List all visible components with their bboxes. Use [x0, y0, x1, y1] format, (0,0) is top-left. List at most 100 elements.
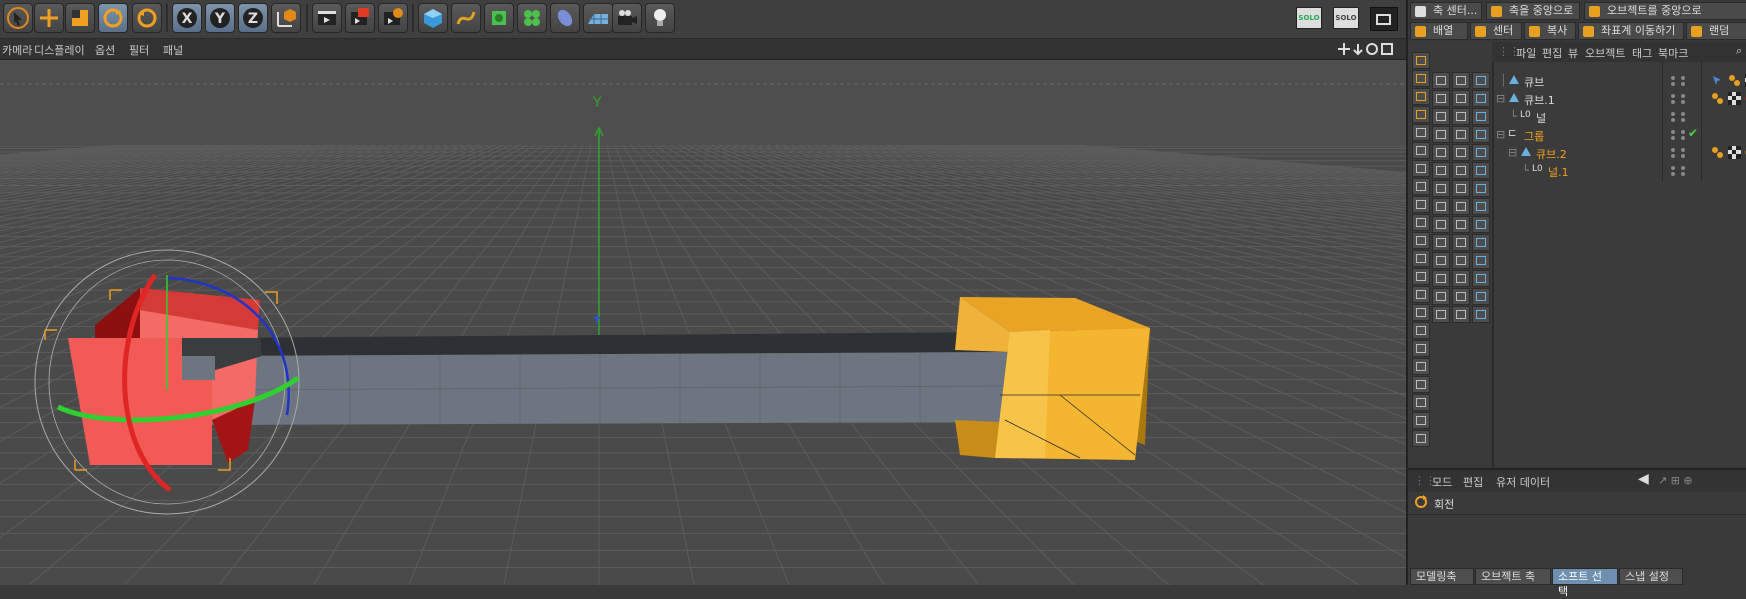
menu-display[interactable]: 디스플레이 — [34, 42, 85, 58]
select-arrow-icon[interactable] — [3, 3, 33, 33]
am-menu-mode[interactable]: 모드 — [1432, 474, 1452, 490]
palette-tool-icon[interactable] — [1412, 340, 1430, 357]
palette-tool-icon[interactable] — [1452, 162, 1470, 179]
palette-tool-icon[interactable] — [1452, 306, 1470, 323]
object-row-cube[interactable]: │ 큐브 — [1496, 72, 1746, 90]
palette-tool-icon[interactable] — [1412, 196, 1430, 213]
mode-tab-object-axis[interactable]: 오브젝트 축 — [1475, 568, 1551, 585]
menu-filter[interactable]: 필터 — [129, 42, 149, 58]
palette-tool-icon[interactable] — [1452, 90, 1470, 107]
solo-button[interactable]: SOLO — [1296, 7, 1322, 29]
menu-options[interactable]: 옵션 — [95, 42, 115, 58]
palette-tool-icon[interactable] — [1452, 288, 1470, 305]
palette-tool-icon[interactable] — [1472, 306, 1490, 323]
om-menu-edit[interactable]: 편집 — [1542, 45, 1562, 61]
palette-tool-icon[interactable] — [1452, 144, 1470, 161]
palette-tool-icon[interactable] — [1412, 70, 1430, 87]
deformer-icon[interactable] — [550, 3, 580, 33]
palette-tool-icon[interactable] — [1472, 180, 1490, 197]
z-axis-icon[interactable]: Z — [238, 3, 268, 33]
palette-tool-icon[interactable] — [1432, 144, 1450, 161]
palette-tool-icon[interactable] — [1432, 198, 1450, 215]
palette-tool-icon[interactable] — [1412, 304, 1430, 321]
palette-tool-icon[interactable] — [1432, 270, 1450, 287]
mode-tab-modeling-axis[interactable]: 모델링축 — [1410, 568, 1474, 585]
viewport-nav-icons[interactable] — [1338, 42, 1400, 56]
palette-tool-icon[interactable] — [1412, 322, 1430, 339]
palette-tool-icon[interactable] — [1412, 250, 1430, 267]
rotate-icon[interactable] — [98, 3, 128, 33]
object-row-group[interactable]: ⊟ ⊏ 그룹 ✔ — [1496, 126, 1746, 144]
scale-icon[interactable] — [65, 3, 95, 33]
palette-tool-icon[interactable] — [1472, 90, 1490, 107]
render-picture-viewer-icon[interactable] — [345, 3, 375, 33]
om-menu-bookmark[interactable]: 북마크 — [1658, 45, 1688, 61]
om-menu-tag[interactable]: 태그 — [1632, 45, 1652, 61]
palette-tool-icon[interactable] — [1432, 234, 1450, 251]
palette-tool-icon[interactable] — [1432, 252, 1450, 269]
palette-tool-icon[interactable] — [1412, 394, 1430, 411]
axis-to-center-button[interactable]: 축을 중앙으로 — [1486, 2, 1580, 20]
palette-tool-icon[interactable] — [1432, 180, 1450, 197]
menu-panel[interactable]: 패널 — [163, 42, 183, 58]
palette-tool-icon[interactable] — [1412, 160, 1430, 177]
render-settings-icon[interactable] — [378, 3, 408, 33]
camera-icon[interactable] — [612, 3, 642, 33]
palette-tool-icon[interactable] — [1412, 106, 1430, 123]
palette-tool-icon[interactable] — [1412, 286, 1430, 303]
move-icon[interactable] — [34, 3, 64, 33]
palette-tool-icon[interactable] — [1472, 252, 1490, 269]
palette-tool-icon[interactable] — [1412, 412, 1430, 429]
palette-tool-icon[interactable] — [1452, 126, 1470, 143]
palette-tool-icon[interactable] — [1452, 216, 1470, 233]
om-menu-file[interactable]: 파일 — [1516, 45, 1536, 61]
palette-tool-icon[interactable] — [1472, 216, 1490, 233]
y-axis-icon[interactable]: Y — [205, 3, 235, 33]
object-row-null[interactable]: └ L0 널 — [1496, 108, 1746, 126]
palette-tool-icon[interactable] — [1472, 270, 1490, 287]
rotate-alt-icon[interactable] — [132, 3, 162, 33]
palette-tool-icon[interactable] — [1412, 232, 1430, 249]
menu-camera[interactable]: 카메라 — [2, 42, 32, 58]
palette-tool-icon[interactable] — [1412, 88, 1430, 105]
palette-tool-icon[interactable] — [1432, 288, 1450, 305]
om-menu-object[interactable]: 오브젝트 — [1585, 45, 1625, 61]
render-view-icon[interactable] — [312, 3, 342, 33]
palette-tool-icon[interactable] — [1452, 108, 1470, 125]
palette-tool-icon[interactable] — [1472, 288, 1490, 305]
spline-pen-icon[interactable] — [451, 3, 481, 33]
floor-icon[interactable] — [583, 3, 613, 33]
palette-tool-icon[interactable] — [1452, 180, 1470, 197]
copy-button[interactable]: 복사 — [1524, 22, 1576, 40]
palette-tool-icon[interactable] — [1452, 198, 1470, 215]
mode-tab-soft-selection[interactable]: 소프트 선택 — [1552, 568, 1618, 585]
om-menu-view[interactable]: 뷰 — [1568, 45, 1578, 61]
array-button[interactable]: 배열 — [1410, 22, 1468, 40]
palette-tool-icon[interactable] — [1432, 306, 1450, 323]
viewport-layout-icon[interactable] — [1370, 7, 1398, 31]
x-axis-icon[interactable]: X — [172, 3, 202, 33]
palette-tool-icon[interactable] — [1412, 430, 1430, 447]
axis-center-button[interactable]: 축 센터... — [1410, 2, 1482, 20]
object-row-cube-2[interactable]: ⊟ 큐브.2 — [1496, 144, 1746, 162]
palette-tool-icon[interactable] — [1472, 126, 1490, 143]
palette-tool-icon[interactable] — [1412, 142, 1430, 159]
am-menu-user-data[interactable]: 유저 데이터 — [1496, 474, 1550, 490]
back-arrow-icon[interactable]: ◀ — [1638, 471, 1649, 487]
palette-tool-icon[interactable] — [1412, 358, 1430, 375]
palette-tool-icon[interactable] — [1452, 72, 1470, 89]
palette-tool-icon[interactable] — [1452, 270, 1470, 287]
mode-tab-snap-settings[interactable]: 스냅 설정 — [1619, 568, 1683, 585]
object-row-cube-1[interactable]: ⊟ 큐브.1 — [1496, 90, 1746, 108]
om-search-icon[interactable]: ⌕ — [1736, 44, 1742, 58]
nurbs-icon[interactable] — [484, 3, 514, 33]
palette-tool-icon[interactable] — [1432, 72, 1450, 89]
palette-tool-icon[interactable] — [1452, 252, 1470, 269]
center-button[interactable]: 센터 — [1470, 22, 1522, 40]
palette-tool-icon[interactable] — [1412, 178, 1430, 195]
move-coordinate-button[interactable]: 좌표계 이동하기 — [1578, 22, 1684, 40]
palette-tool-icon[interactable] — [1472, 234, 1490, 251]
palette-tool-icon[interactable] — [1472, 144, 1490, 161]
nav-arrows-icon[interactable]: ↗ ⊞ ⊕ — [1658, 474, 1693, 487]
coordinate-system-icon[interactable] — [271, 3, 301, 33]
